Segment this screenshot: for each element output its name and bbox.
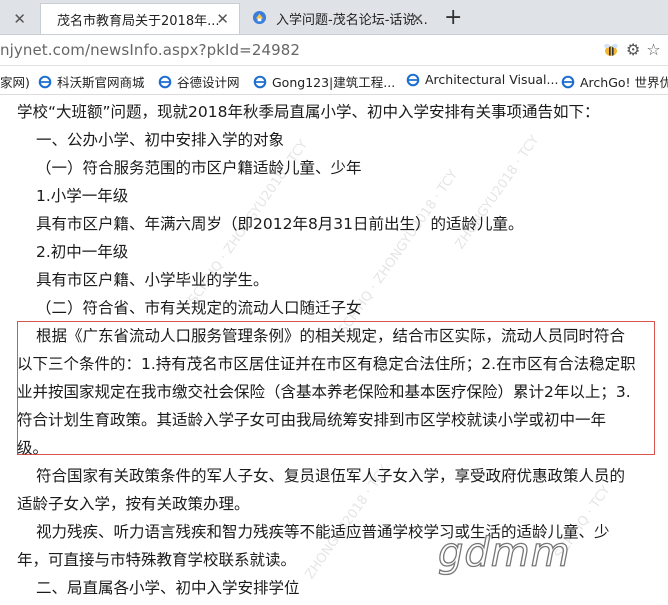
- paragraph-line: 业并按国家规定在我市缴交社会保险（含基本养老保险和基本医疗保险）累计2年以上；3…: [17, 383, 631, 401]
- watermark-logo: gdmm: [437, 529, 571, 576]
- ie-icon: [406, 73, 420, 86]
- ie-icon: [561, 75, 575, 88]
- new-tab-button[interactable]: +: [444, 5, 462, 30]
- bookmark-item[interactable]: 科沃斯官网商城: [38, 72, 145, 91]
- tab-active[interactable]: 茂名市教育局关于2018年... ✕: [40, 3, 240, 34]
- bee-icon[interactable]: [602, 42, 620, 58]
- paragraph-line: 符合计划生育政策。其适龄入学子女可由我局统筹安排到市区学校就读小学或初中一年: [17, 411, 607, 429]
- forum-favicon-icon: [252, 10, 267, 25]
- paragraph-line: 2.初中一年级: [36, 243, 129, 261]
- close-icon[interactable]: ✕: [13, 10, 26, 28]
- bookmark-item[interactable]: 家网): [0, 72, 30, 91]
- subsection-heading: （一）符合服务范围的市区户籍适龄儿童、少年: [36, 159, 362, 177]
- ie-icon: [38, 75, 52, 88]
- paragraph-line: 1.小学一年级: [36, 187, 129, 205]
- bookmarks-bar: 家网) 科沃斯官网商城 谷德设计网 Gong123|建筑工程... Archit…: [0, 66, 668, 95]
- puzzle-icon[interactable]: ⚙: [626, 40, 640, 59]
- tab-title: 茂名市教育局关于2018年...: [57, 13, 220, 29]
- section-heading: 一、公办小学、初中安排入学的对象: [36, 131, 285, 149]
- tab-bar: ✕ 茂名市教育局关于2018年... ✕ 入学问题-茂名论坛-话说... ✕ +: [0, 0, 668, 35]
- bookmark-item[interactable]: ArchGo! 世界优: [561, 72, 668, 91]
- watermark: ZHONGYU2018 · TCY: [452, 132, 543, 253]
- ie-icon: [158, 75, 172, 88]
- close-icon[interactable]: ✕: [411, 10, 424, 28]
- paragraph-line: 年，可直接与市特殊教育学校联系就读。: [17, 551, 297, 569]
- section-heading: 二、局直属各小学、初中入学安排学位: [36, 579, 300, 597]
- paragraph-line: 根据《广东省流动人口服务管理条例》的相关规定，结合市区实际，流动人员同时符合: [36, 327, 626, 345]
- address-bar: njynet.com/newsInfo.aspx?pkId=24982 ⚙ ☆: [0, 35, 668, 66]
- tab-title: 入学问题-茂名论坛-话说...: [276, 13, 428, 28]
- paragraph-line: 以下三个条件的：1.持有茂名市区居住证并在市区有稳定合法住所；2.在市区有合法稳…: [17, 355, 636, 373]
- paragraph-line: 具有市区户籍、小学毕业的学生。: [36, 271, 269, 289]
- paragraph-line: 级。: [17, 439, 49, 457]
- paragraph-line: 适龄子女入学，按有关政策办理。: [17, 495, 250, 513]
- bookmark-item[interactable]: Gong123|建筑工程...: [253, 72, 395, 91]
- paragraph-line: 学校“大班额”问题，现就2018年秋季局直属小学、初中入学安排有关事项通告如下：: [17, 103, 600, 121]
- bookmark-item[interactable]: Architectural Visual...: [406, 72, 558, 87]
- ie-icon: [253, 75, 267, 88]
- close-icon[interactable]: ✕: [216, 10, 229, 28]
- tab-forum[interactable]: 入学问题-茂名论坛-话说... ✕: [240, 3, 434, 34]
- url-field[interactable]: njynet.com/newsInfo.aspx?pkId=24982: [0, 41, 300, 59]
- tab-previous[interactable]: ✕: [0, 3, 40, 34]
- subsection-heading: （二）符合省、市有关规定的流动人口随迁子女: [36, 299, 362, 317]
- bookmark-item[interactable]: 谷德设计网: [158, 72, 240, 91]
- paragraph-line: 具有市区户籍、年满六周岁（即2012年8月31日前出生）的适龄儿童。: [36, 215, 524, 233]
- article-content: SCP-HQ · ZHONGYU2018 · TCY SCP-HQ · ZHON…: [0, 95, 668, 605]
- paragraph-line: 符合国家有关政策条件的军人子女、复员退伍军人子女入学，享受政府优惠政策人员的: [36, 467, 626, 485]
- star-icon[interactable]: ☆: [646, 40, 660, 59]
